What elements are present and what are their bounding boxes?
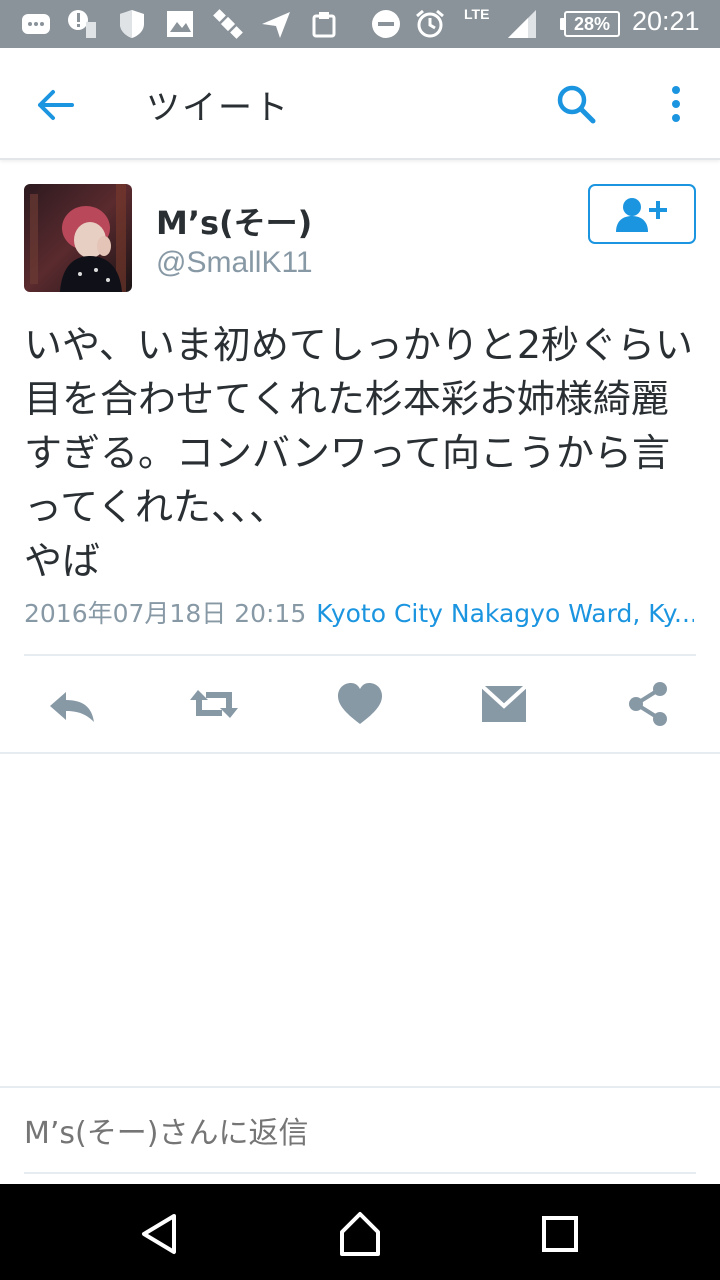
reply-bar [0, 1086, 720, 1184]
satellite-icon [213, 9, 243, 39]
reply-input[interactable] [24, 1116, 694, 1151]
alarm-icon [416, 9, 444, 38]
network-type: LTE [464, 6, 490, 22]
tweet-timestamp: 2016年07月18日 20:15 [24, 599, 307, 628]
tweet-actions [0, 656, 720, 752]
tweet-meta: 2016年07月18日 20:15 Kyoto City Nakagyo Ward… [24, 594, 694, 630]
image-icon [167, 11, 193, 37]
clipboard-icon [312, 12, 336, 38]
share-icon[interactable] [622, 678, 674, 730]
battery-indicator: 28% [564, 11, 620, 37]
retweet-icon[interactable] [188, 678, 240, 730]
heart-icon[interactable] [334, 678, 386, 730]
status-clock: 20:21 [632, 6, 700, 36]
avatar[interactable] [24, 184, 132, 292]
follow-button[interactable] [588, 184, 696, 244]
status-bar: LTE 28% 20:21 [0, 0, 720, 48]
arrow-left-icon[interactable] [34, 84, 76, 126]
more-vertical-icon[interactable] [660, 82, 692, 126]
home-nav-icon[interactable] [336, 1210, 384, 1258]
message-icon [22, 14, 50, 34]
divider [0, 752, 720, 754]
tweet-text: いや、いま初めてしっかりと2秒ぐらい目を合わせてくれた杉本彩お姉様綺麗すぎる。コ… [24, 323, 694, 583]
location-arrow-icon [262, 12, 290, 38]
system-nav-bar [0, 1184, 720, 1280]
do-not-disturb-icon [372, 10, 400, 38]
alert-icon [68, 10, 96, 38]
recents-nav-icon[interactable] [536, 1210, 584, 1258]
author-handle[interactable]: @SmallK11 [156, 246, 313, 280]
author-name[interactable]: M’s(そー) [156, 198, 312, 244]
page-title: ツイート [146, 88, 290, 128]
search-icon[interactable] [554, 82, 598, 126]
reply-icon[interactable] [46, 678, 98, 730]
tweet-location-link[interactable]: Kyoto City Nakagyo Ward, Ky... [316, 599, 694, 628]
back-nav-icon[interactable] [136, 1210, 184, 1258]
add-user-icon [616, 198, 667, 232]
shield-icon [120, 10, 144, 38]
envelope-icon[interactable] [478, 678, 530, 730]
app-bar: ツイート [0, 48, 720, 160]
signal-icon [508, 10, 536, 38]
